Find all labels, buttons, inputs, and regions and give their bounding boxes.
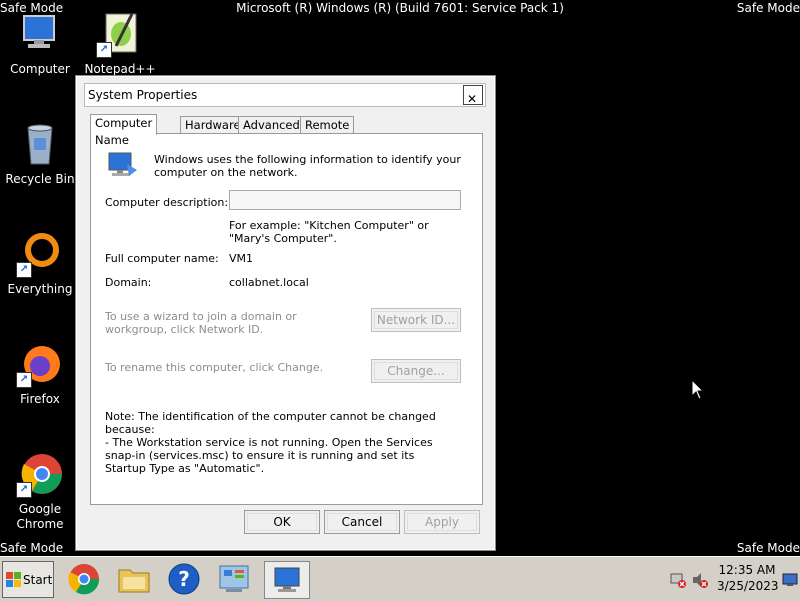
shortcut-arrow-icon: ↗ — [16, 372, 32, 388]
cancel-button-label: Cancel — [327, 513, 397, 531]
network-id-text: To use a wizard to join a domain or work… — [105, 310, 297, 336]
full-computer-name-value: VM1 — [229, 252, 254, 265]
computer-description-field[interactable] — [229, 190, 461, 210]
notepadpp-icon: ↗ — [96, 10, 144, 58]
close-icon: ✕ — [467, 92, 478, 106]
dialog-title: System Properties — [88, 88, 198, 102]
safe-mode-label-bottom-right: Safe Mode — [736, 541, 800, 555]
clock[interactable]: 12:35 AM 3/25/2023 — [717, 562, 779, 594]
domain-value: collabnet.local — [229, 276, 309, 289]
desktop-icon-notepadpp[interactable]: ↗ Notepad++ — [83, 10, 157, 77]
chrome-icon: ↗ — [16, 450, 64, 498]
full-computer-name-label: Full computer name: — [105, 252, 219, 265]
chrome-icon — [68, 564, 100, 595]
shortcut-arrow-icon: ↗ — [16, 482, 32, 498]
help-icon: ? — [168, 563, 200, 595]
network-disconnected-icon[interactable] — [669, 571, 687, 589]
start-label: Start — [23, 573, 53, 587]
ok-button[interactable]: OK — [244, 510, 320, 534]
computer-icon — [274, 567, 300, 592]
intro-text: Windows uses the following information t… — [154, 153, 461, 179]
change-button[interactable]: Change... — [371, 359, 461, 383]
tab-advanced[interactable]: Advanced — [238, 116, 305, 134]
system-tray: 12:35 AM 3/25/2023 — [665, 559, 800, 599]
shortcut-arrow-icon: ↗ — [16, 262, 32, 278]
control-panel-icon — [219, 565, 249, 592]
domain-label: Domain: — [105, 276, 152, 289]
desktop-icon-label: Everything — [7, 282, 73, 296]
dialog-titlebar[interactable]: System Properties ✕ — [84, 83, 486, 107]
svg-text:?: ? — [178, 567, 190, 591]
desktop-icon-firefox[interactable]: ↗ Firefox — [3, 340, 77, 407]
desktop-icon-label: Recycle Bin — [5, 172, 75, 186]
example-text: For example: "Kitchen Computer" or "Mary… — [229, 219, 429, 245]
volume-muted-icon[interactable] — [691, 571, 709, 589]
windows-logo-icon — [6, 572, 21, 587]
tab-hardware[interactable]: Hardware — [180, 116, 246, 134]
show-desktop-icon[interactable] — [782, 573, 798, 587]
computer-icon — [16, 10, 64, 58]
desktop-icon-chrome[interactable]: ↗ Google Chrome — [3, 450, 77, 532]
note-text: Note: The identification of the computer… — [105, 410, 436, 475]
everything-icon: ↗ — [16, 230, 64, 278]
desktop-icon-computer[interactable]: Computer — [3, 10, 77, 77]
safe-mode-label-bottom-left: Safe Mode — [0, 541, 64, 555]
computer-info-icon — [105, 150, 139, 183]
desktop-icon-label: Firefox — [20, 392, 60, 406]
system-properties-dialog: System Properties ✕ Computer Name Hardwa… — [75, 75, 496, 551]
tab-computer-name[interactable]: Computer Name — [90, 114, 158, 147]
apply-button-label: Apply — [407, 513, 477, 531]
cancel-button[interactable]: Cancel — [324, 510, 400, 534]
ok-button-label: OK — [247, 513, 317, 531]
computer-name-panel: Windows uses the following information t… — [90, 133, 483, 505]
tab-remote[interactable]: Remote — [300, 116, 355, 134]
taskbar-chrome[interactable] — [66, 561, 106, 597]
desktop-icon-everything[interactable]: ↗ Everything — [3, 230, 77, 297]
recycle-bin-icon — [16, 120, 64, 168]
network-id-button[interactable]: Network ID... — [371, 308, 461, 332]
apply-button[interactable]: Apply — [404, 510, 480, 534]
change-button-label: Change... — [374, 362, 458, 380]
folder-icon — [118, 569, 150, 593]
taskbar-control-panel[interactable] — [216, 561, 256, 597]
taskbar-explorer[interactable] — [116, 561, 156, 597]
firefox-icon: ↗ — [16, 340, 64, 388]
close-button[interactable]: ✕ — [463, 85, 483, 106]
desktop-icon-label: Computer — [10, 62, 70, 76]
computer-description-label: Computer description: — [105, 196, 229, 209]
taskbar: Start ? 12:35 AM 3/25/2023 — [0, 556, 800, 601]
taskbar-help[interactable]: ? — [166, 561, 206, 597]
rename-text: To rename this computer, click Change. — [105, 361, 324, 374]
desktop-icon-recycle-bin[interactable]: Recycle Bin — [3, 120, 77, 187]
clock-date: 3/25/2023 — [717, 579, 779, 593]
shortcut-arrow-icon: ↗ — [96, 42, 112, 58]
desktop-icon-label: Google Chrome — [16, 502, 64, 531]
network-id-button-label: Network ID... — [374, 311, 458, 329]
mouse-cursor-icon — [691, 378, 705, 403]
taskbar-system-properties[interactable] — [264, 561, 310, 599]
clock-time: 12:35 AM — [718, 563, 776, 577]
start-button[interactable]: Start — [2, 561, 54, 598]
